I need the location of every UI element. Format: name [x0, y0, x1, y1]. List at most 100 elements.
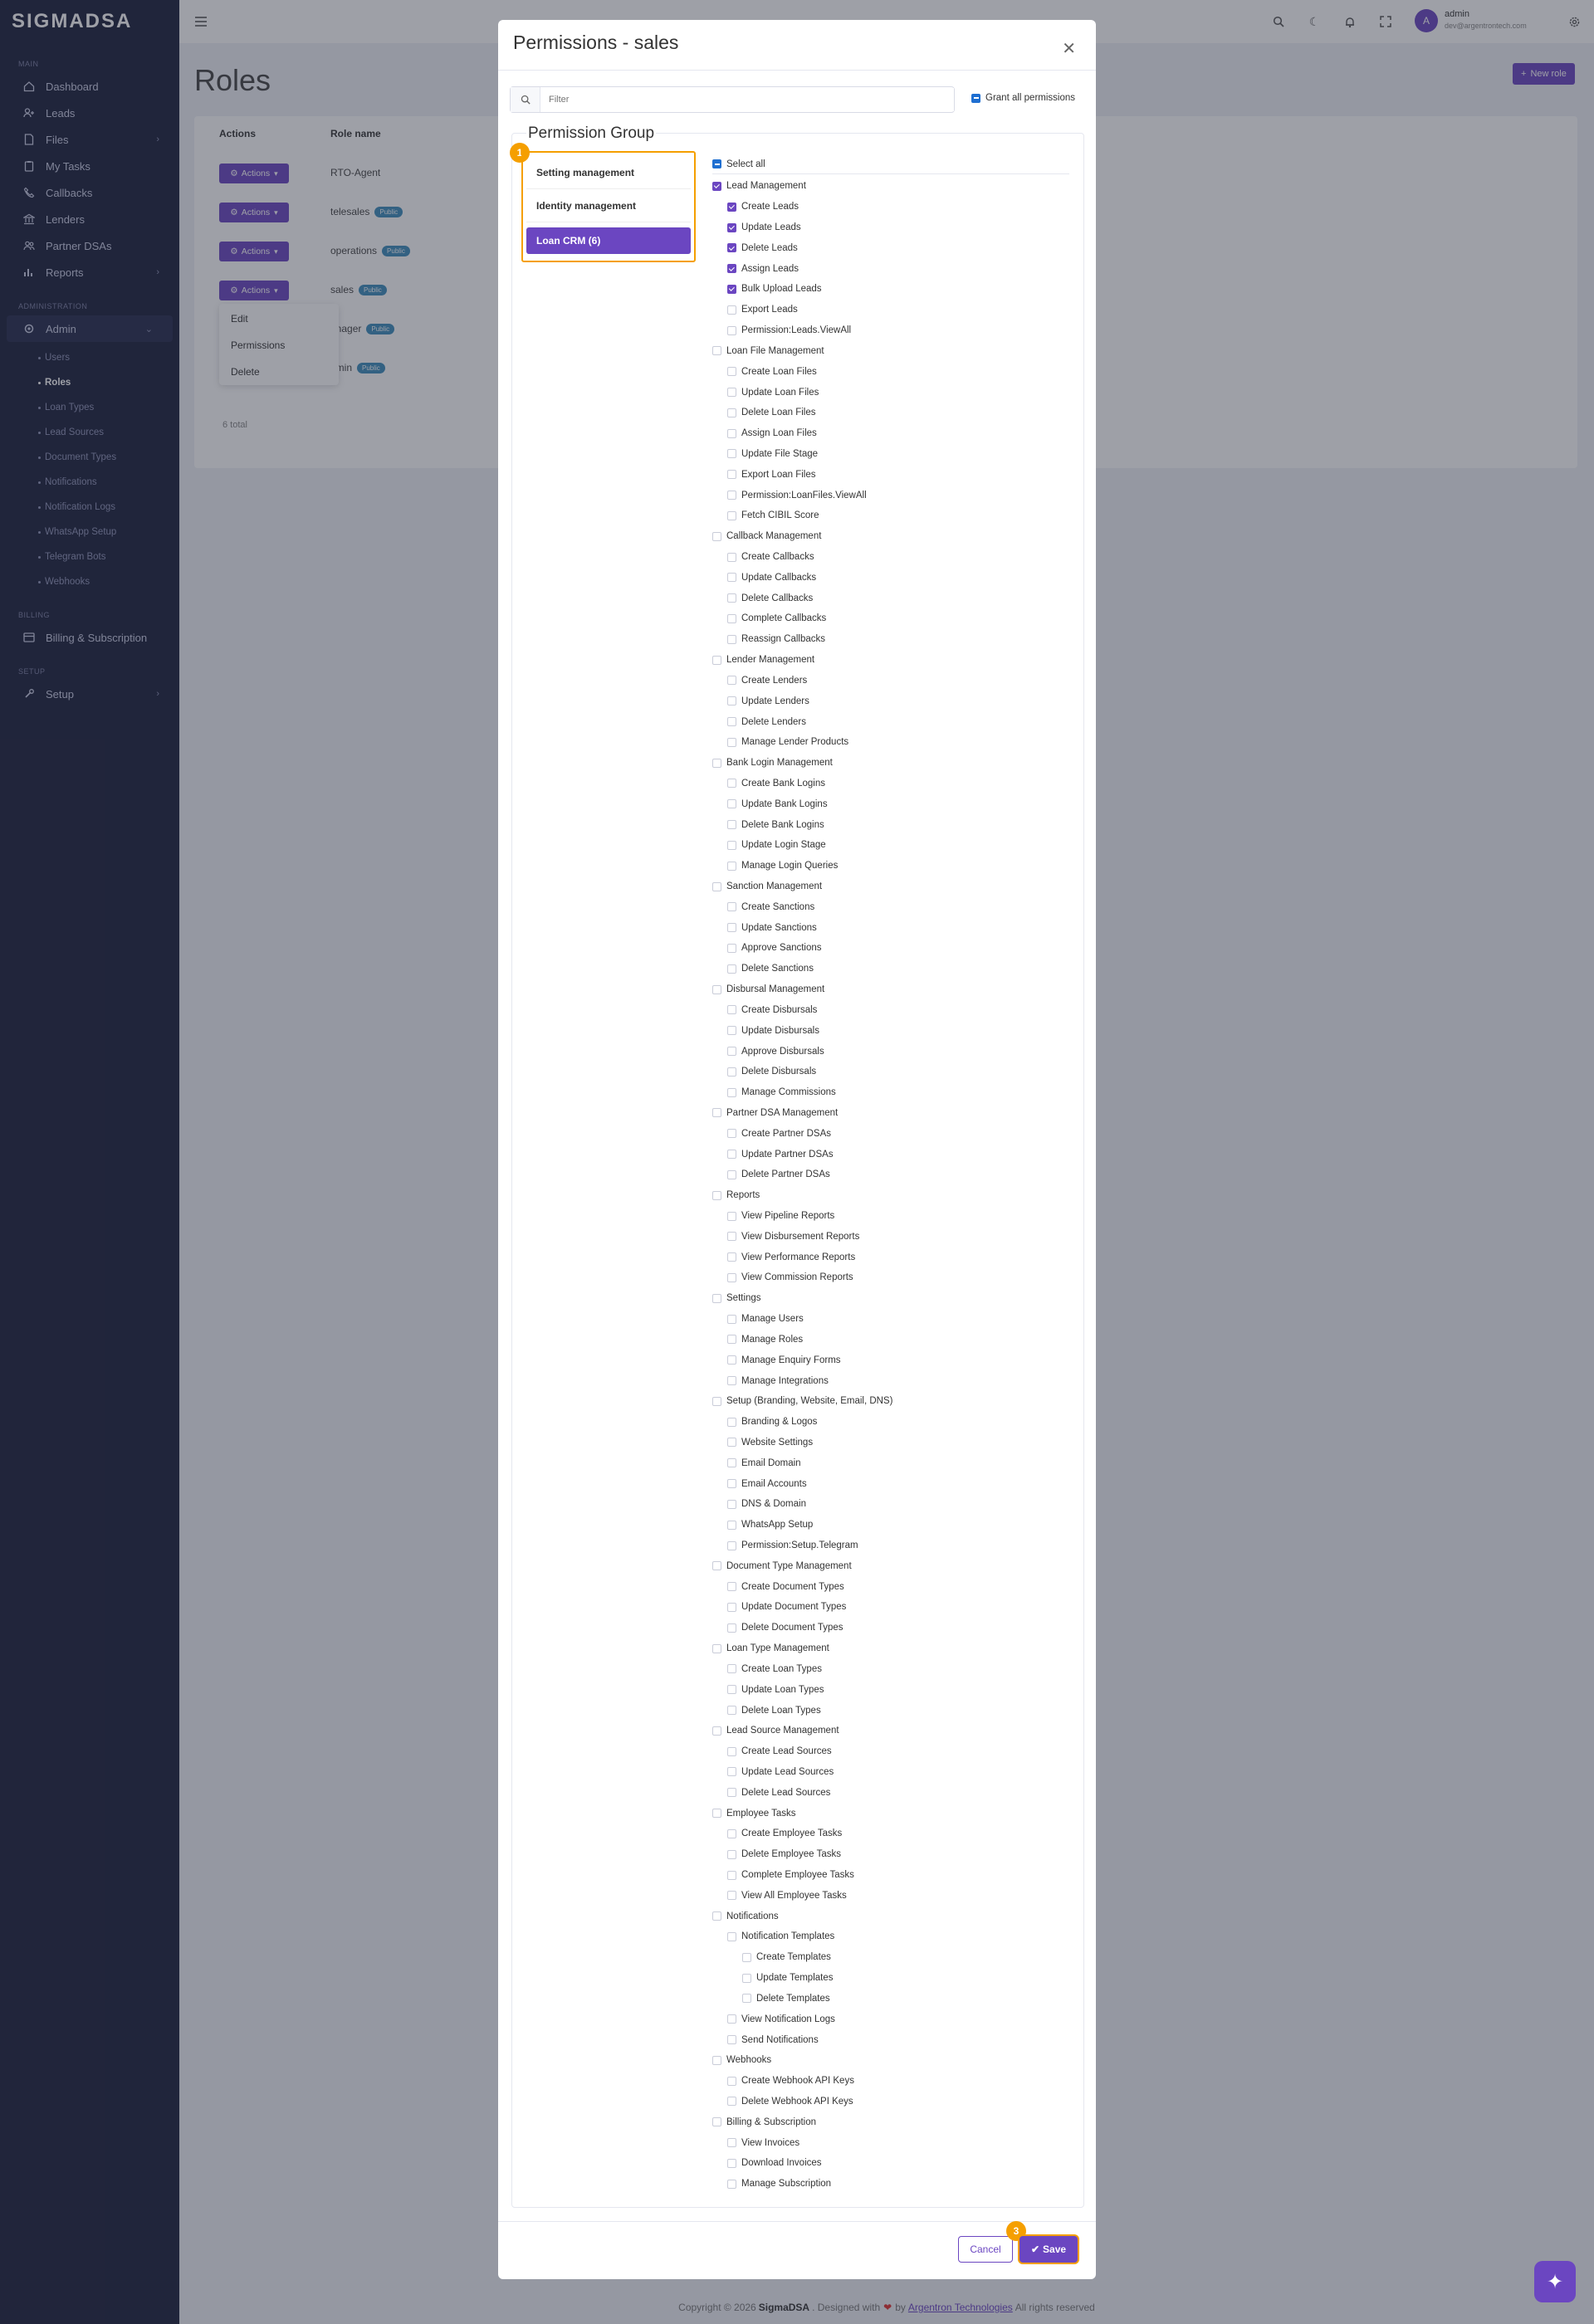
permission-item[interactable]: Update Leads	[712, 217, 1069, 238]
permission-checkbox[interactable]	[712, 758, 721, 768]
cancel-button[interactable]: Cancel	[958, 2236, 1013, 2263]
permission-item[interactable]: Email Accounts	[712, 1473, 1069, 1494]
permission-checkbox[interactable]	[727, 1499, 736, 1509]
permission-checkbox[interactable]	[727, 1417, 736, 1427]
permission-checkbox[interactable]	[727, 1849, 736, 1859]
permission-checkbox[interactable]	[727, 449, 736, 459]
permission-checkbox[interactable]	[727, 1169, 736, 1179]
permission-item[interactable]: Delete Bank Logins	[712, 814, 1069, 835]
permission-item[interactable]: Approve Disbursals	[712, 1041, 1069, 1062]
permission-item[interactable]: Complete Callbacks	[712, 608, 1069, 629]
permission-checkbox[interactable]	[727, 1355, 736, 1365]
permission-checkbox[interactable]	[712, 984, 721, 994]
permission-item[interactable]: Delete Loan Files	[712, 403, 1069, 423]
permission-item[interactable]: Update Loan Files	[712, 382, 1069, 403]
permission-checkbox[interactable]	[712, 1190, 721, 1200]
permission-checkbox[interactable]	[727, 1685, 736, 1695]
permission-item[interactable]: View Performance Reports	[712, 1247, 1069, 1267]
permission-item[interactable]: Update Lenders	[712, 691, 1069, 711]
permission-item[interactable]: Create Employee Tasks	[712, 1824, 1069, 1844]
permission-checkbox[interactable]	[727, 2076, 736, 2086]
permission-checkbox[interactable]	[727, 1232, 736, 1242]
permission-checkbox[interactable]	[727, 923, 736, 933]
permission-item[interactable]: Setup (Branding, Website, Email, DNS)	[712, 1391, 1069, 1412]
permission-checkbox[interactable]	[712, 881, 721, 891]
permission-item[interactable]: View Invoices	[712, 2132, 1069, 2153]
permission-checkbox[interactable]	[727, 1664, 736, 1674]
permission-item[interactable]: Settings	[712, 1288, 1069, 1309]
permission-checkbox[interactable]	[727, 613, 736, 623]
permission-item[interactable]: Notifications	[712, 1906, 1069, 1926]
grant-all-checkbox[interactable]	[971, 93, 980, 103]
permission-item[interactable]: Employee Tasks	[712, 1803, 1069, 1824]
permission-item[interactable]: Create Partner DSAs	[712, 1123, 1069, 1144]
permission-checkbox[interactable]	[727, 1005, 736, 1015]
permission-checkbox[interactable]	[712, 346, 721, 356]
permission-item[interactable]: Delete Disbursals	[712, 1062, 1069, 1082]
permission-item[interactable]: View Disbursement Reports	[712, 1226, 1069, 1247]
permission-item[interactable]: Update Sanctions	[712, 917, 1069, 938]
permission-checkbox[interactable]	[727, 1376, 736, 1386]
permission-checkbox[interactable]	[727, 964, 736, 974]
permission-item[interactable]: Fetch CIBIL Score	[712, 505, 1069, 526]
permission-item[interactable]: Delete Sanctions	[712, 959, 1069, 979]
permission-checkbox[interactable]	[727, 510, 736, 520]
permission-item[interactable]: Update Templates	[712, 1968, 1069, 1989]
permission-item[interactable]: Create Lead Sources	[712, 1741, 1069, 1762]
permission-item[interactable]: Create Document Types	[712, 1576, 1069, 1597]
filter-input[interactable]	[540, 88, 954, 111]
permission-item[interactable]: Delete Lenders	[712, 711, 1069, 732]
permission-checkbox[interactable]	[727, 779, 736, 788]
permission-checkbox[interactable]	[727, 1479, 736, 1489]
permission-checkbox[interactable]	[712, 1561, 721, 1571]
permission-item[interactable]: Update Document Types	[712, 1597, 1069, 1618]
permission-checkbox[interactable]	[727, 902, 736, 912]
permission-checkbox[interactable]	[712, 1911, 721, 1921]
permission-checkbox[interactable]	[712, 531, 721, 541]
permission-checkbox[interactable]	[727, 1087, 736, 1097]
permission-item[interactable]: Manage Integrations	[712, 1370, 1069, 1391]
permission-checkbox[interactable]	[727, 284, 736, 294]
permission-item[interactable]: Update Lead Sources	[712, 1762, 1069, 1783]
permission-checkbox[interactable]	[727, 1314, 736, 1324]
permission-checkbox[interactable]	[727, 2138, 736, 2148]
permission-checkbox[interactable]	[727, 1026, 736, 1036]
permission-item[interactable]: Export Leads	[712, 300, 1069, 320]
permission-item[interactable]: Delete Lead Sources	[712, 1782, 1069, 1803]
permission-item[interactable]: WhatsApp Setup	[712, 1515, 1069, 1536]
permission-item[interactable]: Manage Roles	[712, 1330, 1069, 1350]
permission-checkbox[interactable]	[712, 181, 721, 191]
permission-item[interactable]: Assign Loan Files	[712, 423, 1069, 444]
permission-item[interactable]: Create Leads	[712, 197, 1069, 217]
permission-checkbox[interactable]	[727, 1746, 736, 1756]
permission-item[interactable]: Permission:LoanFiles.ViewAll	[712, 485, 1069, 505]
permission-item[interactable]: View All Employee Tasks	[712, 1885, 1069, 1906]
permission-checkbox[interactable]	[727, 799, 736, 809]
permission-item[interactable]: Delete Webhook API Keys	[712, 2092, 1069, 2112]
permission-item[interactable]: Delete Loan Types	[712, 1700, 1069, 1721]
permission-checkbox[interactable]	[727, 737, 736, 747]
permission-checkbox[interactable]	[727, 593, 736, 603]
permission-checkbox[interactable]	[712, 1396, 721, 1406]
permission-item[interactable]: Update Loan Types	[712, 1679, 1069, 1700]
permission-checkbox[interactable]	[712, 1643, 721, 1653]
permission-checkbox[interactable]	[727, 1602, 736, 1612]
permission-item[interactable]: Reports	[712, 1185, 1069, 1206]
permission-checkbox[interactable]	[712, 655, 721, 665]
permission-checkbox[interactable]	[712, 1293, 721, 1303]
permission-item[interactable]: Document Type Management	[712, 1555, 1069, 1576]
permission-checkbox[interactable]	[727, 1582, 736, 1592]
permission-checkbox[interactable]	[727, 552, 736, 562]
permission-checkbox[interactable]	[727, 491, 736, 500]
permission-checkbox[interactable]	[727, 1211, 736, 1221]
permission-checkbox[interactable]	[727, 2035, 736, 2045]
permission-checkbox[interactable]	[727, 1706, 736, 1716]
permission-item[interactable]: Create Lenders	[712, 671, 1069, 691]
permission-item[interactable]: Send Notifications	[712, 2029, 1069, 2050]
permission-checkbox[interactable]	[742, 1952, 751, 1962]
permission-item[interactable]: Disbursal Management	[712, 979, 1069, 1000]
select-all[interactable]: Select all	[712, 154, 1069, 174]
permission-checkbox[interactable]	[727, 1438, 736, 1448]
permission-item[interactable]: Export Loan Files	[712, 464, 1069, 485]
permission-checkbox[interactable]	[727, 676, 736, 686]
